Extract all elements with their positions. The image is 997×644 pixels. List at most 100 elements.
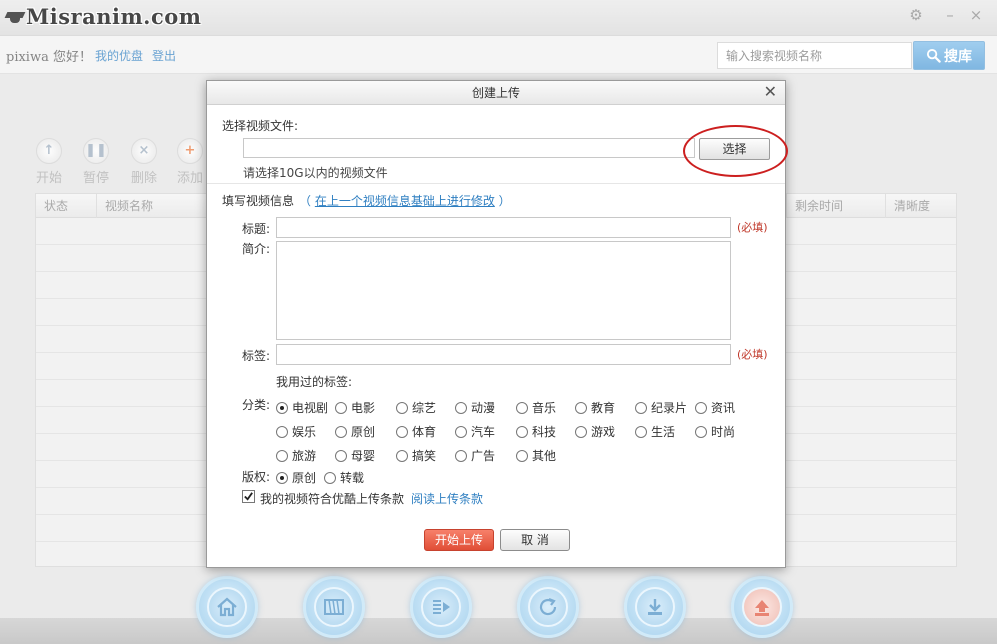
title-field-label: 标题: — [242, 222, 271, 236]
radio-dot — [516, 401, 528, 414]
copyright-option-text: 转载 — [340, 471, 365, 485]
create-upload-dialog: 创建上传 ✕ 选择视频文件: 选择 请选择10G以内的视频文件 填写视频信息 （… — [206, 80, 788, 568]
title-input[interactable] — [276, 217, 731, 238]
category-label-text: 其他 — [532, 449, 557, 463]
category-label-text: 电视剧 — [292, 401, 329, 415]
radio-dot — [335, 449, 347, 462]
modify-prefix: （ — [299, 194, 315, 208]
radio-dot — [335, 401, 347, 414]
category-label-text: 资讯 — [711, 401, 736, 415]
category-radio-games[interactable]: 游戏 — [575, 423, 615, 440]
choose-file-button[interactable]: 选择 — [699, 138, 770, 160]
agree-terms-checkbox[interactable] — [242, 490, 255, 503]
category-label-text: 综艺 — [412, 401, 437, 415]
tags-field-label: 标签: — [242, 349, 271, 363]
category-label-text: 科技 — [532, 425, 557, 439]
radio-dot — [695, 425, 707, 438]
agree-terms-text: 我的视频符合优酷上传条款 — [260, 492, 405, 506]
radio-dot — [575, 401, 587, 414]
select-file-label: 选择视频文件: — [222, 119, 299, 133]
category-label-text: 时尚 — [711, 425, 736, 439]
category-label-text: 体育 — [412, 425, 437, 439]
category-label-text: 母婴 — [351, 449, 376, 463]
file-hint: 请选择10G以内的视频文件 — [243, 166, 388, 180]
category-radio-ads[interactable]: 广告 — [455, 447, 495, 464]
radio-dot — [516, 449, 528, 462]
dialog-title: 创建上传 — [471, 86, 520, 100]
category-label-text: 游戏 — [591, 425, 616, 439]
radio-dot — [396, 449, 408, 462]
cancel-button[interactable]: 取 消 — [500, 529, 570, 551]
category-radio-variety[interactable]: 综艺 — [396, 399, 436, 416]
category-radio-life[interactable]: 生活 — [635, 423, 675, 440]
category-label-text: 动漫 — [471, 401, 496, 415]
category-label-text: 纪录片 — [651, 401, 688, 415]
modify-from-previous-link[interactable]: 在上一个视频信息基础上进行修改 — [315, 194, 495, 208]
radio-dot — [455, 425, 467, 438]
category-radio-travel[interactable]: 旅游 — [276, 447, 316, 464]
video-info-label: 填写视频信息 — [222, 194, 295, 208]
radio-dot — [276, 401, 288, 414]
category-radio-anime[interactable]: 动漫 — [455, 399, 495, 416]
description-textarea[interactable] — [276, 241, 731, 340]
radio-dot — [635, 425, 647, 438]
category-label: 分类: — [242, 398, 271, 412]
description-field-label: 简介: — [242, 242, 271, 256]
radio-dot — [455, 401, 467, 414]
radio-dot — [575, 425, 587, 438]
radio-dot — [516, 425, 528, 438]
checkmark-icon — [244, 492, 253, 501]
category-radio-other[interactable]: 其他 — [516, 447, 556, 464]
start-upload-button[interactable]: 开始上传 — [424, 529, 494, 551]
category-radio-movie[interactable]: 电影 — [335, 399, 375, 416]
category-radio-parenting[interactable]: 母婴 — [335, 447, 375, 464]
category-label-text: 汽车 — [471, 425, 496, 439]
copyright-radio-repost[interactable]: 转载 — [324, 469, 364, 486]
category-radio-sports[interactable]: 体育 — [396, 423, 436, 440]
tags-required: (必填) — [737, 348, 768, 361]
copyright-radio-original[interactable]: 原创 — [276, 469, 316, 486]
radio-dot — [695, 401, 707, 414]
category-label-text: 旅游 — [292, 449, 317, 463]
category-radio-fashion[interactable]: 时尚 — [695, 423, 735, 440]
dialog-title-bar: 创建上传 ✕ — [207, 81, 785, 105]
category-label-text: 娱乐 — [292, 425, 317, 439]
radio-dot — [324, 471, 336, 484]
copyright-label: 版权: — [242, 470, 271, 484]
radio-dot — [455, 449, 467, 462]
category-label-text: 搞笑 — [412, 449, 437, 463]
category-radio-original[interactable]: 原创 — [335, 423, 375, 440]
radio-dot — [335, 425, 347, 438]
category-label-text: 广告 — [471, 449, 496, 463]
category-label-text: 音乐 — [532, 401, 557, 415]
category-radio-music[interactable]: 音乐 — [516, 399, 556, 416]
category-label-text: 教育 — [591, 401, 616, 415]
divider — [207, 183, 785, 184]
modify-from-previous: （ 在上一个视频信息基础上进行修改 ） — [299, 192, 511, 209]
title-required: (必填) — [737, 221, 768, 234]
read-terms-link[interactable]: 阅读上传条款 — [411, 490, 483, 507]
radio-dot — [276, 425, 288, 438]
category-radio-news[interactable]: 资讯 — [695, 399, 735, 416]
radio-dot — [396, 401, 408, 414]
category-label-text: 原创 — [351, 425, 376, 439]
radio-dot — [396, 425, 408, 438]
close-icon[interactable]: ✕ — [764, 81, 777, 103]
file-path-input[interactable] — [243, 138, 695, 158]
category-label-text: 电影 — [351, 401, 376, 415]
category-radio-tv-drama[interactable]: 电视剧 — [276, 399, 328, 416]
category-radio-entertainment[interactable]: 娱乐 — [276, 423, 316, 440]
category-label-text: 生活 — [651, 425, 676, 439]
radio-dot — [635, 401, 647, 414]
tags-input[interactable] — [276, 344, 731, 365]
category-radio-documentary[interactable]: 纪录片 — [635, 399, 687, 416]
category-radio-funny[interactable]: 搞笑 — [396, 447, 436, 464]
radio-dot — [276, 471, 288, 484]
copyright-option-text: 原创 — [292, 471, 317, 485]
radio-dot — [276, 449, 288, 462]
used-tags-label: 我用过的标签: — [276, 375, 353, 389]
modify-suffix: ） — [494, 194, 511, 208]
category-radio-education[interactable]: 教育 — [575, 399, 615, 416]
category-radio-tech[interactable]: 科技 — [516, 423, 556, 440]
category-radio-auto[interactable]: 汽车 — [455, 423, 495, 440]
